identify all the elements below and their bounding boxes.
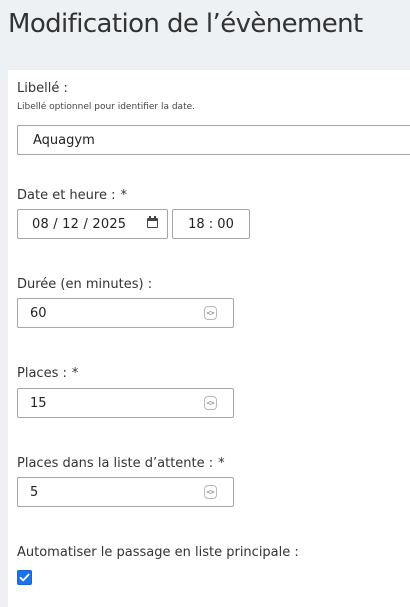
- duree-input-value: 60: [30, 305, 47, 321]
- date-input[interactable]: 08 / 12 / 2025: [17, 209, 168, 239]
- required-mark: *: [218, 456, 225, 471]
- spinner-icon[interactable]: ︿ ﹀: [204, 396, 217, 410]
- places-attente-label: Places dans la liste d’attente : *: [17, 456, 225, 471]
- page-title: Modification de l’évènement: [8, 9, 363, 39]
- spinner-icon[interactable]: ︿ ﹀: [204, 485, 217, 499]
- libelle-help-text: Libellé optionnel pour identifier la dat…: [17, 102, 195, 112]
- required-mark: *: [71, 366, 79, 381]
- places-input-value: 15: [30, 395, 47, 411]
- places-attente-input[interactable]: 5 ︿ ﹀: [17, 477, 234, 507]
- places-label: Places : *: [17, 366, 78, 381]
- checkmark-icon: [19, 573, 30, 582]
- calendar-icon[interactable]: [147, 216, 158, 228]
- places-attente-input-value: 5: [30, 484, 39, 500]
- spinner-icon[interactable]: ︿ ﹀: [204, 306, 217, 320]
- libelle-input-value: Aquagym: [33, 132, 95, 148]
- time-input[interactable]: 18 : 00: [172, 209, 250, 239]
- date-input-value: 08 / 12 / 2025: [32, 216, 127, 232]
- libelle-label: Libellé :: [17, 81, 68, 96]
- date-heure-label-text: Date et heure :: [17, 188, 116, 203]
- places-label-text: Places :: [17, 366, 67, 381]
- required-mark: *: [120, 188, 127, 203]
- automatiser-checkbox[interactable]: [17, 570, 32, 585]
- automatiser-label: Automatiser le passage en liste principa…: [17, 545, 299, 560]
- places-attente-label-text: Places dans la liste d’attente :: [17, 456, 214, 471]
- event-form: Libellé : Libellé optionnel pour identif…: [8, 70, 410, 607]
- date-heure-label: Date et heure : *: [17, 188, 127, 203]
- duree-input[interactable]: 60 ︿ ﹀: [17, 298, 234, 328]
- libelle-input[interactable]: Aquagym: [17, 125, 410, 155]
- time-input-value: 18 : 00: [188, 216, 234, 232]
- duree-label: Durée (en minutes) :: [17, 277, 153, 292]
- places-input[interactable]: 15 ︿ ﹀: [17, 388, 234, 418]
